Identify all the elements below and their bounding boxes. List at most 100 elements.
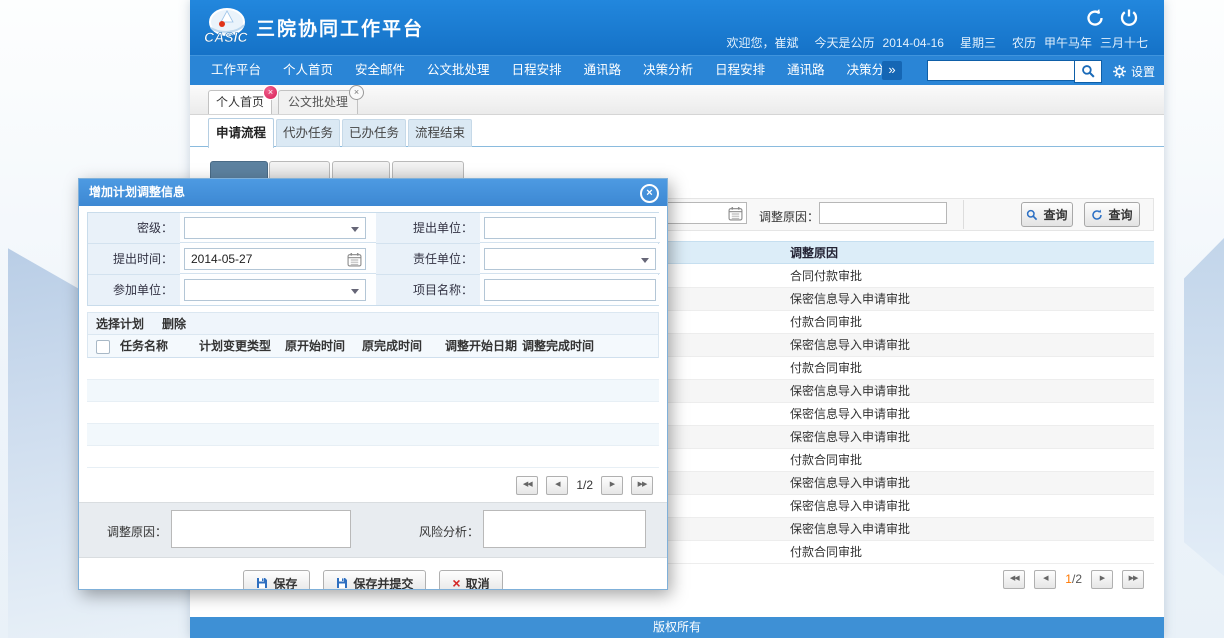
query-button[interactable]: 查询	[1021, 202, 1073, 227]
project-name-label: 项目名称：	[376, 275, 480, 305]
prev-page-icon[interactable]: ◀	[546, 476, 568, 495]
tab-flow-end[interactable]: 流程结束	[408, 119, 472, 147]
risk-textarea[interactable]	[483, 510, 646, 548]
select-plan-button[interactable]: 选择计划	[96, 317, 144, 331]
save-button[interactable]: 保存	[243, 570, 310, 590]
tab-todo-tasks[interactable]: 代办任务	[276, 119, 340, 147]
tab-apply-flow[interactable]: 申请流程	[208, 118, 274, 148]
responsible-unit-select[interactable]	[484, 248, 656, 270]
chevron-down-icon	[641, 258, 649, 263]
secrecy-label: 密级：	[88, 213, 180, 244]
search-icon	[1081, 64, 1096, 79]
logo-text: CASIC	[204, 29, 248, 45]
nav-item-5[interactable]: 日程安排	[501, 56, 573, 85]
power-icon[interactable]	[1118, 7, 1140, 29]
search-button[interactable]	[1074, 60, 1102, 83]
weekday: 星期三	[960, 36, 996, 50]
reason-label: 调整原因：	[107, 523, 167, 540]
plan-table-empty-row	[87, 380, 659, 402]
refresh-icon[interactable]	[1084, 7, 1106, 29]
participant-unit-label: 参加单位：	[88, 275, 180, 305]
calendar-icon[interactable]	[347, 252, 362, 267]
app-title: 三院协同工作平台	[256, 14, 424, 41]
col-adjust-finish: 调整完成时间	[522, 335, 594, 357]
current-page: 1	[1065, 572, 1072, 586]
dialog-header: 增加计划调整信息 ×	[79, 179, 667, 206]
delete-plan-button[interactable]: 删除	[162, 317, 186, 331]
tab-done-tasks[interactable]: 已办任务	[342, 119, 406, 147]
main-nav: 工作平台 个人首页 安全邮件 公文批处理 日程安排 通讯路 决策分析 日程安排 …	[190, 55, 1164, 86]
window-tab-docs[interactable]: 公文批处理	[278, 90, 358, 114]
query-button-label: 查询	[1043, 206, 1067, 223]
reset-query-button[interactable]: 查询	[1084, 202, 1140, 227]
window-tab-strip: 个人首页 × 公文批处理 ×	[190, 85, 1164, 115]
plan-table-empty-row	[87, 424, 659, 446]
nav-more-button[interactable]: »	[882, 61, 902, 80]
today-date: 2014-04-16	[883, 36, 944, 50]
participant-unit-select[interactable]	[184, 279, 366, 301]
cancel-button-label: 取消	[466, 575, 490, 591]
top-header: CASIC 三院协同工作平台 欢迎您，崔斌 今天是公历 2014-04-16 星期三 农…	[190, 0, 1164, 55]
save-and-submit-button[interactable]: 保存并提交	[323, 570, 426, 590]
col-change-type: 计划变更类型	[199, 335, 271, 357]
nav-item-8[interactable]: 日程安排	[704, 56, 776, 85]
dialog-bottom-fields: 调整原因： 风险分析：	[79, 502, 667, 558]
nav-item-7[interactable]: 决策分析	[632, 56, 704, 85]
reason-textarea[interactable]	[171, 510, 351, 548]
plan-pagination: ◀◀ ◀ 1/2 ▶ ▶▶	[87, 474, 653, 496]
add-plan-adjustment-dialog: 增加计划调整信息 × 密级： 提出单位： 提出时间： 2014-05-27	[78, 178, 668, 590]
welcome-text: 欢迎您，崔斌	[727, 36, 799, 50]
propose-unit-input[interactable]	[484, 217, 656, 239]
select-all-checkbox[interactable]	[96, 340, 110, 354]
plan-toolbar: 选择计划 删除	[87, 312, 659, 334]
propose-time-input[interactable]: 2014-05-27	[184, 248, 366, 270]
total-pages: /2	[1072, 572, 1082, 586]
lunar-label: 农历	[1012, 36, 1036, 50]
search-icon	[1026, 209, 1038, 221]
nav-item-3[interactable]: 安全邮件	[344, 56, 416, 85]
next-page-icon[interactable]: ▶	[1091, 570, 1113, 589]
reset-query-button-label: 查询	[1108, 206, 1132, 223]
settings-button[interactable]: 设置	[1112, 60, 1155, 82]
first-page-icon[interactable]: ◀◀	[516, 476, 538, 495]
decorative-shape-right	[1184, 238, 1224, 576]
next-page-icon[interactable]: ▶	[601, 476, 623, 495]
responsible-unit-label: 责任单位：	[376, 244, 480, 275]
refresh-icon	[1091, 209, 1103, 221]
plan-table-empty-row	[87, 446, 659, 468]
nav-item-6[interactable]: 通讯路	[573, 56, 633, 85]
cancel-button[interactable]: × 取消	[439, 570, 502, 590]
last-page-icon[interactable]: ▶▶	[1122, 570, 1144, 589]
first-page-icon[interactable]: ◀◀	[1003, 570, 1025, 589]
reason-filter-label: 调整原因：	[759, 208, 819, 225]
dialog-form: 密级： 提出单位： 提出时间： 2014-05-27 责任单位：	[87, 212, 659, 306]
nav-item-2[interactable]: 个人首页	[272, 56, 344, 85]
nav-item-4[interactable]: 公文批处理	[416, 56, 501, 85]
save-icon	[336, 577, 348, 589]
nav-item-9[interactable]: 通讯路	[776, 56, 836, 85]
today-prefix: 今天是公历	[815, 36, 875, 50]
nav-item-1[interactable]: 工作平台	[200, 56, 272, 85]
save-and-submit-button-label: 保存并提交	[353, 575, 413, 591]
footer-copyright: 版权所有	[190, 617, 1164, 638]
dialog-footer: 保存 保存并提交 × 取消	[79, 558, 667, 590]
project-name-input[interactable]	[484, 279, 656, 301]
secrecy-select[interactable]	[184, 217, 366, 239]
risk-label: 风险分析：	[419, 523, 479, 540]
page-indicator: 1/2	[576, 478, 593, 492]
close-icon[interactable]: ×	[263, 85, 278, 100]
last-page-icon[interactable]: ▶▶	[631, 476, 653, 495]
chevron-down-icon	[351, 289, 359, 294]
records-pagination: ◀◀ ◀ 1/2 ▶ ▶▶	[1003, 567, 1144, 591]
reason-filter-input[interactable]	[819, 202, 947, 224]
close-icon[interactable]: ×	[640, 184, 659, 203]
page: CASIC 三院协同工作平台 欢迎您，崔斌 今天是公历 2014-04-16 星期三 农…	[0, 0, 1224, 638]
nav-items: 工作平台 个人首页 安全邮件 公文批处理 日程安排 通讯路 决策分析 日程安排 …	[200, 56, 908, 85]
lunar-day: 三月十七	[1100, 36, 1148, 50]
search-input[interactable]	[927, 60, 1077, 81]
close-icon[interactable]: ×	[349, 85, 364, 100]
divider	[963, 200, 964, 229]
calendar-icon[interactable]	[728, 206, 743, 221]
prev-page-icon[interactable]: ◀	[1034, 570, 1056, 589]
save-icon	[256, 577, 268, 589]
